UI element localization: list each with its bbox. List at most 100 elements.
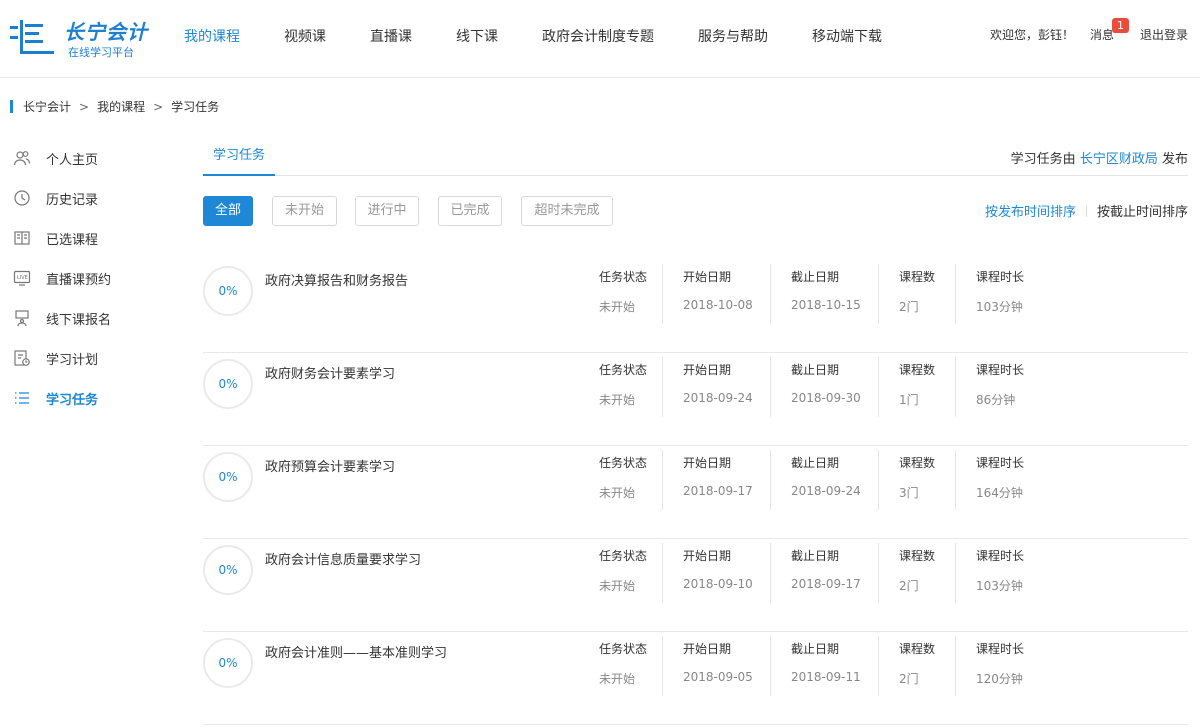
task-col-label: 开始日期 — [683, 549, 732, 563]
task-name-link[interactable]: 政府预算会计要素学习 — [265, 456, 395, 475]
task-col-value: 2018-09-17 — [683, 484, 753, 498]
nav-item[interactable]: 线下课 — [456, 26, 498, 46]
nav-item[interactable]: 我的课程 — [184, 26, 240, 46]
sidebar-item-label: 学习计划 — [46, 352, 99, 368]
task-col-duration: 课程时长 86分钟 — [976, 359, 1024, 419]
sidebar-item[interactable]: 个人主页 — [12, 138, 182, 178]
task-col-end: 截止日期 2018-10-15 — [791, 266, 861, 326]
plan-icon — [12, 348, 32, 368]
task-row[interactable]: 0% 政府预算会计要素学习 任务状态 未开始 开始日期 2018-09-17 截止日期 201… — [203, 446, 1188, 539]
task-col-label: 开始日期 — [683, 363, 732, 377]
task-col-value: 2018-09-17 — [791, 577, 861, 591]
publisher-prefix: 学习任务由 — [1010, 152, 1076, 167]
user-area: 欢迎您，彭钰！ 消息 1 退出登录 — [990, 18, 1188, 43]
task-col-value: 2018-09-24 — [791, 484, 861, 498]
sort-by-publish-link[interactable]: 按发布时间排序 — [985, 201, 1076, 220]
sidebar-item[interactable]: 线下课报名 — [12, 298, 182, 338]
site-logo[interactable]: 长宁会计 在线学习平台 — [8, 14, 148, 64]
column-divider — [955, 543, 956, 603]
task-col-duration: 课程时长 103分钟 — [976, 266, 1024, 326]
column-divider — [955, 636, 956, 696]
sort-divider — [1085, 204, 1087, 217]
sidebar-item[interactable]: 历史记录 — [12, 178, 182, 218]
task-list: 0% 政府决算报告和财务报告 任务状态 未开始 开始日期 2018-10-08 截止日期 20… — [203, 260, 1188, 725]
sidebar-item[interactable]: LIVE 直播课预约 — [12, 258, 182, 298]
task-progress-ring: 0% — [203, 266, 253, 316]
task-col-label: 课程数 — [899, 270, 936, 284]
column-divider — [878, 450, 879, 510]
task-col-end: 截止日期 2018-09-30 — [791, 359, 861, 419]
sidebar-item[interactable]: 学习任务 — [12, 378, 182, 418]
task-col-label: 截止日期 — [791, 270, 840, 284]
task-row[interactable]: 0% 政府财务会计要素学习 任务状态 未开始 开始日期 2018-09-24 截止日期 201… — [203, 353, 1188, 446]
task-col-value: 2018-09-11 — [791, 670, 861, 684]
task-col-end: 截止日期 2018-09-11 — [791, 638, 861, 698]
sidebar-item-label: 历史记录 — [46, 192, 99, 208]
sidebar-item[interactable]: 已选课程 — [12, 218, 182, 258]
message-count-badge: 1 — [1111, 18, 1129, 33]
live-icon: LIVE — [12, 268, 32, 288]
task-progress-ring: 0% — [203, 452, 253, 502]
breadcrumb-separator: > — [79, 99, 90, 114]
tab-learning-tasks[interactable]: 学习任务 — [203, 136, 276, 176]
task-col-duration: 课程时长 120分钟 — [976, 638, 1024, 698]
task-row[interactable]: 0% 政府决算报告和财务报告 任务状态 未开始 开始日期 2018-10-08 截止日期 20… — [203, 260, 1188, 353]
task-name-link[interactable]: 政府决算报告和财务报告 — [265, 270, 408, 289]
list-icon — [12, 388, 32, 408]
filter-overdue-button[interactable]: 超时未完成 — [521, 196, 613, 226]
task-col-value: 2018-09-05 — [683, 670, 753, 684]
tab-bar: 学习任务 学习任务由 长宁区财政局 发布 — [203, 136, 1188, 176]
sidebar-item-label: 已选课程 — [46, 232, 99, 248]
task-col-start: 开始日期 2018-09-17 — [683, 452, 753, 512]
filter-completed-button[interactable]: 已完成 — [438, 196, 502, 226]
task-col-label: 课程数 — [899, 642, 936, 656]
sort-by-deadline-link[interactable]: 按截止时间排序 — [1097, 201, 1188, 220]
task-row[interactable]: 0% 政府会计准则——基本准则学习 任务状态 未开始 开始日期 2018-09-05 截止日… — [203, 632, 1188, 725]
task-col-label: 开始日期 — [683, 642, 732, 656]
task-col-status: 任务状态 未开始 — [599, 266, 647, 326]
task-col-label: 课程数 — [899, 456, 936, 470]
column-divider — [955, 264, 956, 324]
logout-link[interactable]: 退出登录 — [1140, 26, 1188, 43]
nav-item[interactable]: 服务与帮助 — [698, 26, 768, 46]
task-col-count: 课程数 2门 — [899, 545, 935, 605]
breadcrumb-home[interactable]: 长宁会计 — [23, 98, 71, 115]
filter-not-started-button[interactable]: 未开始 — [272, 196, 337, 226]
sidebar-item[interactable]: 学习计划 — [12, 338, 182, 378]
task-name-link[interactable]: 政府财务会计要素学习 — [265, 363, 395, 382]
filter-in-progress-button[interactable]: 进行中 — [355, 196, 419, 226]
nav-item[interactable]: 移动端下载 — [812, 26, 882, 46]
messages-link[interactable]: 消息 1 — [1090, 18, 1129, 43]
breadcrumb-current: 学习任务 — [171, 100, 220, 114]
task-col-label: 任务状态 — [599, 270, 648, 284]
breadcrumb-my-courses[interactable]: 我的课程 — [97, 98, 145, 115]
filter-all-button[interactable]: 全部 — [203, 196, 253, 226]
task-col-duration: 课程时长 164分钟 — [976, 452, 1024, 512]
task-col-value: 2018-09-10 — [683, 577, 753, 591]
column-divider — [770, 264, 771, 324]
nav-item[interactable]: 视频课 — [284, 26, 326, 46]
publisher-org-link[interactable]: 长宁区财政局 — [1080, 152, 1158, 167]
task-col-label: 课程时长 — [976, 363, 1025, 377]
column-divider — [770, 636, 771, 696]
publisher-suffix: 发布 — [1161, 152, 1188, 167]
task-col-value: 2门 — [899, 672, 919, 686]
column-divider — [770, 357, 771, 417]
task-col-start: 开始日期 2018-09-05 — [683, 638, 753, 698]
task-col-start: 开始日期 2018-10-08 — [683, 266, 753, 326]
nav-item[interactable]: 政府会计制度专题 — [542, 26, 654, 46]
task-col-status: 任务状态 未开始 — [599, 638, 647, 698]
column-divider — [955, 357, 956, 417]
task-col-value: 未开始 — [599, 300, 636, 314]
task-name-link[interactable]: 政府会计信息质量要求学习 — [265, 549, 421, 568]
task-col-count: 课程数 1门 — [899, 359, 935, 419]
task-col-label: 截止日期 — [791, 456, 840, 470]
column-divider — [878, 543, 879, 603]
task-name-link[interactable]: 政府会计准则——基本准则学习 — [265, 642, 447, 661]
logo-subtitle: 在线学习平台 — [68, 46, 134, 59]
nav-item[interactable]: 直播课 — [370, 26, 412, 46]
task-col-count: 课程数 2门 — [899, 266, 935, 326]
column-divider — [662, 264, 663, 324]
filter-bar: 全部 未开始 进行中 已完成 超时未完成 按发布时间排序 按截止时间排序 — [203, 196, 1188, 256]
task-row[interactable]: 0% 政府会计信息质量要求学习 任务状态 未开始 开始日期 2018-09-10 截止日期 2… — [203, 539, 1188, 632]
